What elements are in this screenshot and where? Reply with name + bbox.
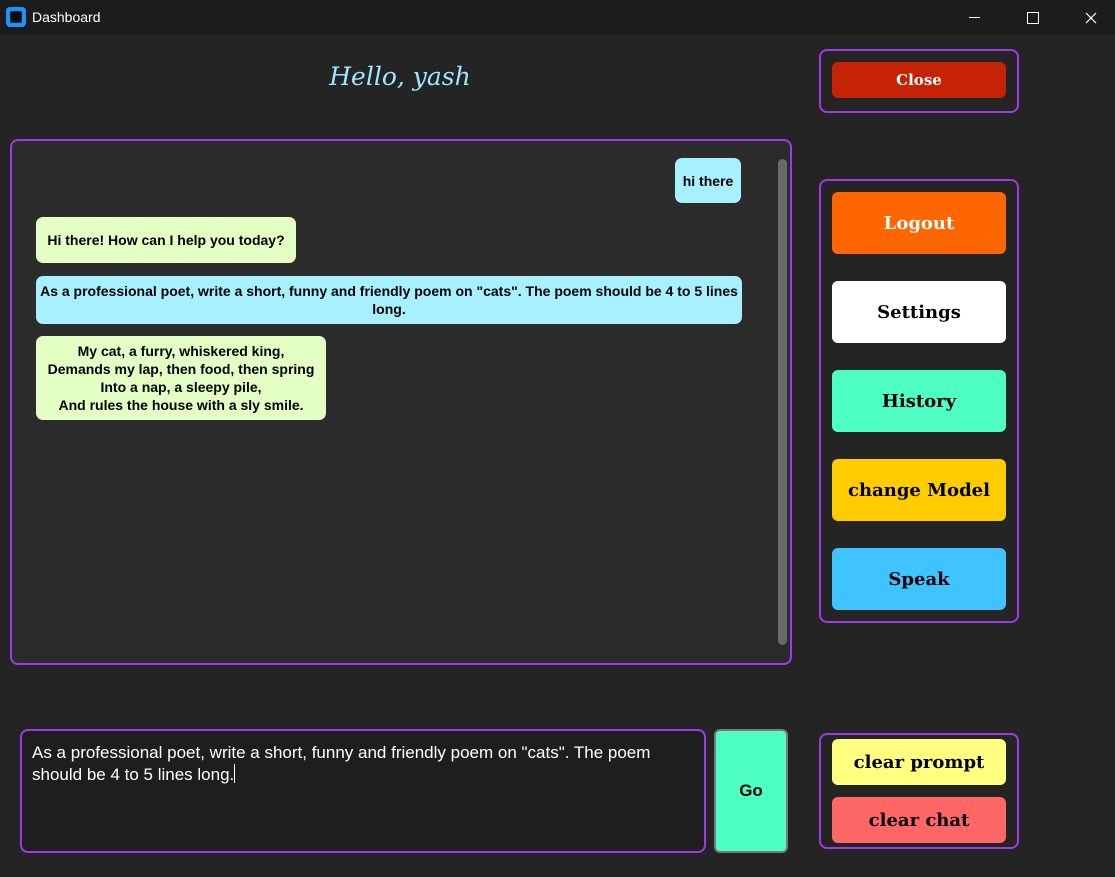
go-button[interactable]: Go xyxy=(714,729,788,853)
title-bar: Dashboard xyxy=(0,0,1115,35)
clear-chat-button[interactable]: clear chat xyxy=(832,797,1006,843)
clear-prompt-button[interactable]: clear prompt xyxy=(832,739,1006,785)
maximize-icon xyxy=(1027,11,1039,24)
app-icon xyxy=(6,7,26,27)
change-model-button[interactable]: change Model xyxy=(832,459,1006,521)
settings-button[interactable]: Settings xyxy=(832,281,1006,343)
greeting-text: Hello, yash xyxy=(329,62,471,91)
chat-message-bot: Hi there! How can I help you today? xyxy=(36,217,296,263)
window-title: Dashboard xyxy=(32,9,101,25)
chat-message-user: As a professional poet, write a short, f… xyxy=(36,276,742,324)
logout-button[interactable]: Logout xyxy=(832,192,1006,254)
window-close-button[interactable] xyxy=(1062,0,1115,35)
history-button[interactable]: History xyxy=(832,370,1006,432)
minimize-button[interactable] xyxy=(945,0,1003,35)
prompt-input[interactable]: As a professional poet, write a short, f… xyxy=(20,729,706,853)
minimize-icon xyxy=(968,17,980,18)
chat-message-bot: My cat, a furry, whiskered king, Demands… xyxy=(36,336,326,420)
chat-message-user: hi there xyxy=(675,158,741,203)
prompt-input-text[interactable]: As a professional poet, write a short, f… xyxy=(32,743,650,784)
close-icon xyxy=(1085,12,1097,23)
maximize-button[interactable] xyxy=(1004,0,1062,35)
text-caret xyxy=(234,764,236,783)
close-button[interactable]: Close xyxy=(832,62,1006,98)
chat-scrollbar[interactable] xyxy=(778,159,787,645)
speak-button[interactable]: Speak xyxy=(832,548,1006,610)
